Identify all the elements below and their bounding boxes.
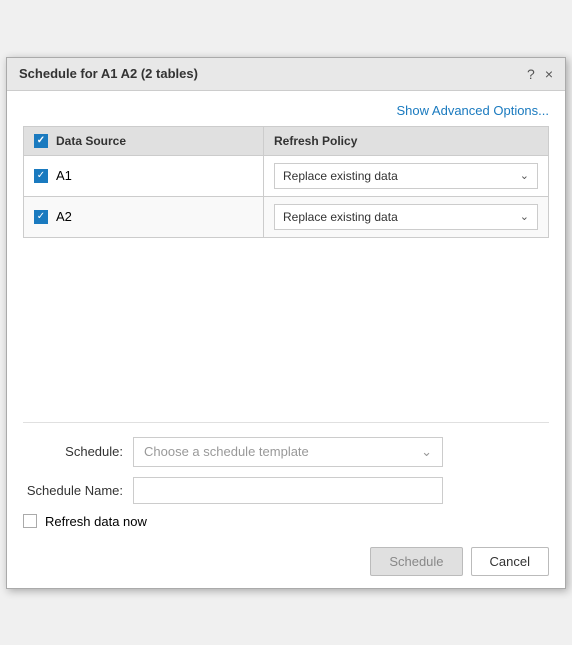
- refresh-row: Refresh data now: [23, 514, 549, 529]
- dialog-title: Schedule for A1 A2 (2 tables): [19, 66, 198, 81]
- row-a2-checkbox[interactable]: ✓: [34, 210, 48, 224]
- table-row: ✓ A1 Replace existing data ⌄: [24, 155, 549, 196]
- chevron-down-icon: ⌄: [520, 210, 529, 223]
- content-spacer: [23, 254, 549, 414]
- col-header-datasource: ✓ Data Source: [24, 126, 264, 155]
- row-a1-policy-value: Replace existing data: [283, 169, 398, 183]
- chevron-down-icon: ⌄: [421, 444, 432, 460]
- schedule-label: Schedule:: [23, 444, 133, 459]
- col-header-refresh-policy: Refresh Policy: [264, 126, 549, 155]
- row-a1-datasource: ✓ A1: [24, 155, 264, 196]
- schedule-template-placeholder: Choose a schedule template: [144, 444, 309, 459]
- refresh-now-label: Refresh data now: [45, 514, 147, 529]
- footer-buttons: Schedule Cancel: [23, 543, 549, 576]
- row-a2-name: A2: [56, 209, 72, 224]
- schedule-name-label: Schedule Name:: [23, 483, 133, 498]
- table-row: ✓ A2 Replace existing data ⌄: [24, 196, 549, 237]
- cancel-button[interactable]: Cancel: [471, 547, 549, 576]
- advanced-options-row: Show Advanced Options...: [23, 103, 549, 118]
- close-icon[interactable]: ×: [545, 66, 553, 82]
- schedule-button[interactable]: Schedule: [370, 547, 462, 576]
- row-a1-checkbox[interactable]: ✓: [34, 169, 48, 183]
- row-a1-policy: Replace existing data ⌄: [264, 155, 549, 196]
- title-bar: Schedule for A1 A2 (2 tables) ? ×: [7, 58, 565, 91]
- row-a2-datasource: ✓ A2: [24, 196, 264, 237]
- advanced-options-link[interactable]: Show Advanced Options...: [397, 103, 549, 118]
- col-datasource-label: Data Source: [56, 134, 126, 148]
- schedule-template-dropdown[interactable]: Choose a schedule template ⌄: [133, 437, 443, 467]
- col-refresh-label: Refresh Policy: [274, 134, 357, 148]
- help-icon[interactable]: ?: [527, 66, 535, 82]
- chevron-down-icon: ⌄: [520, 169, 529, 182]
- schedule-dialog: Schedule for A1 A2 (2 tables) ? × Show A…: [6, 57, 566, 589]
- row-a1-name: A1: [56, 168, 72, 183]
- form-section: Schedule: Choose a schedule template ⌄ S…: [23, 422, 549, 576]
- title-bar-actions: ? ×: [527, 66, 553, 82]
- row-a2-policy: Replace existing data ⌄: [264, 196, 549, 237]
- dialog-body: Show Advanced Options... ✓ Data Source: [7, 91, 565, 588]
- row-a2-policy-value: Replace existing data: [283, 210, 398, 224]
- header-checkbox[interactable]: ✓: [34, 134, 48, 148]
- row-a2-policy-dropdown[interactable]: Replace existing data ⌄: [274, 204, 538, 230]
- row-a1-policy-dropdown[interactable]: Replace existing data ⌄: [274, 163, 538, 189]
- schedule-name-input[interactable]: [133, 477, 443, 504]
- refresh-now-checkbox[interactable]: [23, 514, 37, 528]
- schedule-name-row: Schedule Name:: [23, 477, 549, 504]
- data-sources-table: ✓ Data Source Refresh Policy: [23, 126, 549, 238]
- schedule-row: Schedule: Choose a schedule template ⌄: [23, 437, 549, 467]
